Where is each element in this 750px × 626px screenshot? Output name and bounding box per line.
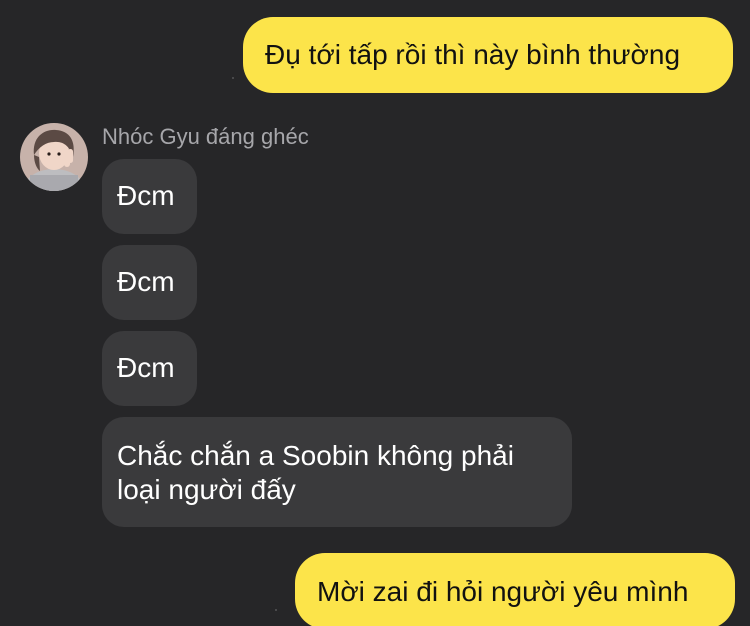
message-text: Đcm (117, 180, 175, 211)
outgoing-message-bubble[interactable]: Mời zai đi hỏi người yêu mình (295, 553, 735, 626)
message-text-line: Chắc chắn a Soobin không phải (117, 440, 514, 471)
contact-avatar[interactable] (20, 123, 88, 191)
message-text-line: loại người đấy (117, 474, 296, 505)
message-text: Đcm (117, 352, 175, 383)
message-text: Mời zai đi hỏi người yêu mình (317, 576, 689, 607)
contact-avatar-photo-icon (20, 123, 88, 191)
incoming-message-bubble[interactable]: Đcm (102, 159, 197, 234)
incoming-message-bubble[interactable]: Đcm (102, 331, 197, 406)
sender-name: Nhóc Gyu đáng ghéc (102, 124, 309, 149)
chat-view: Đụ tới tấp rồi thì này bình thường Nhóc … (0, 0, 750, 626)
read-indicator-dot (232, 77, 234, 79)
read-indicator-dot (275, 609, 277, 611)
message-text: Đcm (117, 266, 175, 297)
message-text: Đụ tới tấp rồi thì này bình thường (265, 39, 681, 70)
outgoing-message-bubble[interactable]: Đụ tới tấp rồi thì này bình thường (243, 17, 733, 93)
incoming-message-bubble[interactable]: Chắc chắn a Soobin không phải loại người… (102, 417, 572, 527)
incoming-message-bubble[interactable]: Đcm (102, 245, 197, 320)
